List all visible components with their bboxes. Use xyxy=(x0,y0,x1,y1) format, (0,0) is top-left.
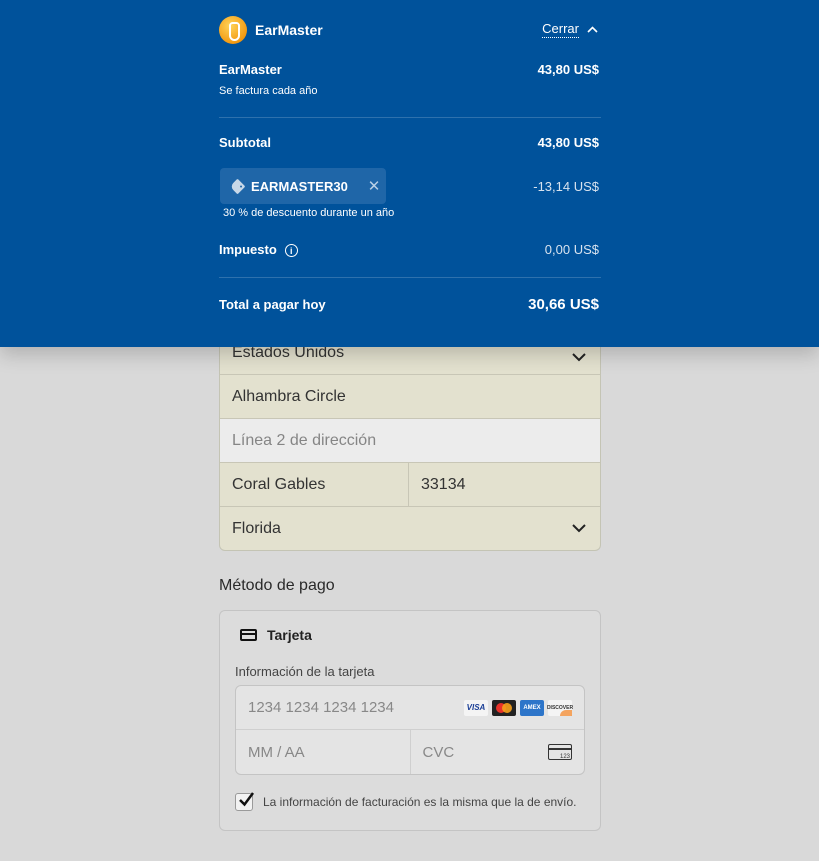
cvc-icon-text: 123 xyxy=(559,754,570,760)
address-line1-field[interactable]: Alhambra Circle xyxy=(220,374,600,418)
card-method-option[interactable]: Tarjeta xyxy=(235,627,585,643)
billing-period: Se factura cada año xyxy=(219,85,318,97)
product-name: EarMaster xyxy=(219,62,282,77)
checkout-form: Estados Unidos Alhambra Circle Línea 2 d… xyxy=(219,300,601,831)
city-zip-row: Coral Gables 33134 xyxy=(220,462,600,506)
divider xyxy=(219,117,601,118)
state-select[interactable]: Florida xyxy=(220,506,600,550)
coupon-description-row: 30 % de descuento durante un año xyxy=(223,207,603,219)
product-price: 43,80 US$ xyxy=(537,62,599,77)
earmaster-logo-icon xyxy=(219,16,247,44)
billing-period-row: Se factura cada año xyxy=(219,85,599,97)
subtotal-row: Subtotal 43,80 US$ xyxy=(219,135,599,150)
coupon-discount-row: -13,14 US$ xyxy=(219,179,599,194)
visa-icon: VISA xyxy=(464,699,488,716)
tax-label-wrap: Impuesto i xyxy=(219,242,298,258)
total-value: 30,66 US$ xyxy=(528,296,599,313)
tax-value: 0,00 US$ xyxy=(544,242,599,258)
close-summary-button[interactable]: Cerrar xyxy=(542,21,598,38)
cvc-placeholder: CVC xyxy=(422,743,455,761)
info-icon[interactable]: i xyxy=(284,244,298,258)
card-expiry-cvc-row: MM / AA CVC 123 xyxy=(236,730,584,774)
product-row: EarMaster 43,80 US$ xyxy=(219,62,599,77)
order-summary-panel: EarMaster Cerrar EarMaster 43,80 US$ Se … xyxy=(0,0,819,347)
payment-section-title: Método de pago xyxy=(219,577,335,594)
card-number-input[interactable]: 1234 1234 1234 1234 VISA AMEX DISCOVER xyxy=(236,686,584,730)
brand-name: EarMaster xyxy=(255,22,323,38)
cvc-card-icon: 123 xyxy=(548,744,572,760)
credit-card-icon xyxy=(240,629,257,641)
same-billing-row: La información de facturación es la mism… xyxy=(235,792,585,814)
expiry-placeholder: MM / AA xyxy=(248,743,305,761)
expiry-input[interactable]: MM / AA xyxy=(236,730,411,774)
card-brands: VISA AMEX DISCOVER xyxy=(464,699,573,716)
checkmark-icon xyxy=(239,792,255,807)
card-method-label: Tarjeta xyxy=(267,627,312,643)
state-value: Florida xyxy=(232,519,281,537)
mastercard-icon xyxy=(492,699,516,716)
coupon-discount: -13,14 US$ xyxy=(533,179,599,194)
cvc-input[interactable]: CVC 123 xyxy=(411,730,585,774)
chevron-down-icon xyxy=(572,353,600,362)
subtotal-label: Subtotal xyxy=(219,135,271,150)
close-label: Cerrar xyxy=(542,21,579,38)
total-row: Total a pagar hoy 30,66 US$ xyxy=(219,296,599,313)
tax-label: Impuesto xyxy=(219,242,277,257)
city-field[interactable]: Coral Gables xyxy=(220,463,409,506)
card-number-placeholder: 1234 1234 1234 1234 xyxy=(248,699,394,716)
summary-header: EarMaster Cerrar xyxy=(219,16,601,44)
address-line1-value: Alhambra Circle xyxy=(232,387,346,405)
subtotal-value: 43,80 US$ xyxy=(537,135,599,150)
coupon-description: 30 % de descuento durante un año xyxy=(223,207,395,219)
payment-method-box: Tarjeta Información de la tarjeta 1234 1… xyxy=(219,610,601,831)
total-label: Total a pagar hoy xyxy=(219,297,326,312)
discover-icon: DISCOVER xyxy=(547,699,573,716)
same-billing-text: La información de facturación es la mism… xyxy=(263,795,577,809)
divider xyxy=(219,277,601,278)
card-info-label: Información de la tarjeta xyxy=(235,664,375,679)
chevron-down-icon xyxy=(572,524,600,533)
same-billing-checkbox[interactable] xyxy=(235,792,255,811)
zip-field[interactable]: 33134 xyxy=(409,463,600,506)
tax-row: Impuesto i 0,00 US$ xyxy=(219,242,599,258)
chevron-up-icon xyxy=(587,26,598,34)
address-line2-placeholder: Línea 2 de dirección xyxy=(232,431,377,449)
address-line2-field[interactable]: Línea 2 de dirección xyxy=(220,418,600,462)
amex-icon: AMEX xyxy=(520,699,544,716)
card-fields: 1234 1234 1234 1234 VISA AMEX DISCOVER M… xyxy=(235,685,585,775)
